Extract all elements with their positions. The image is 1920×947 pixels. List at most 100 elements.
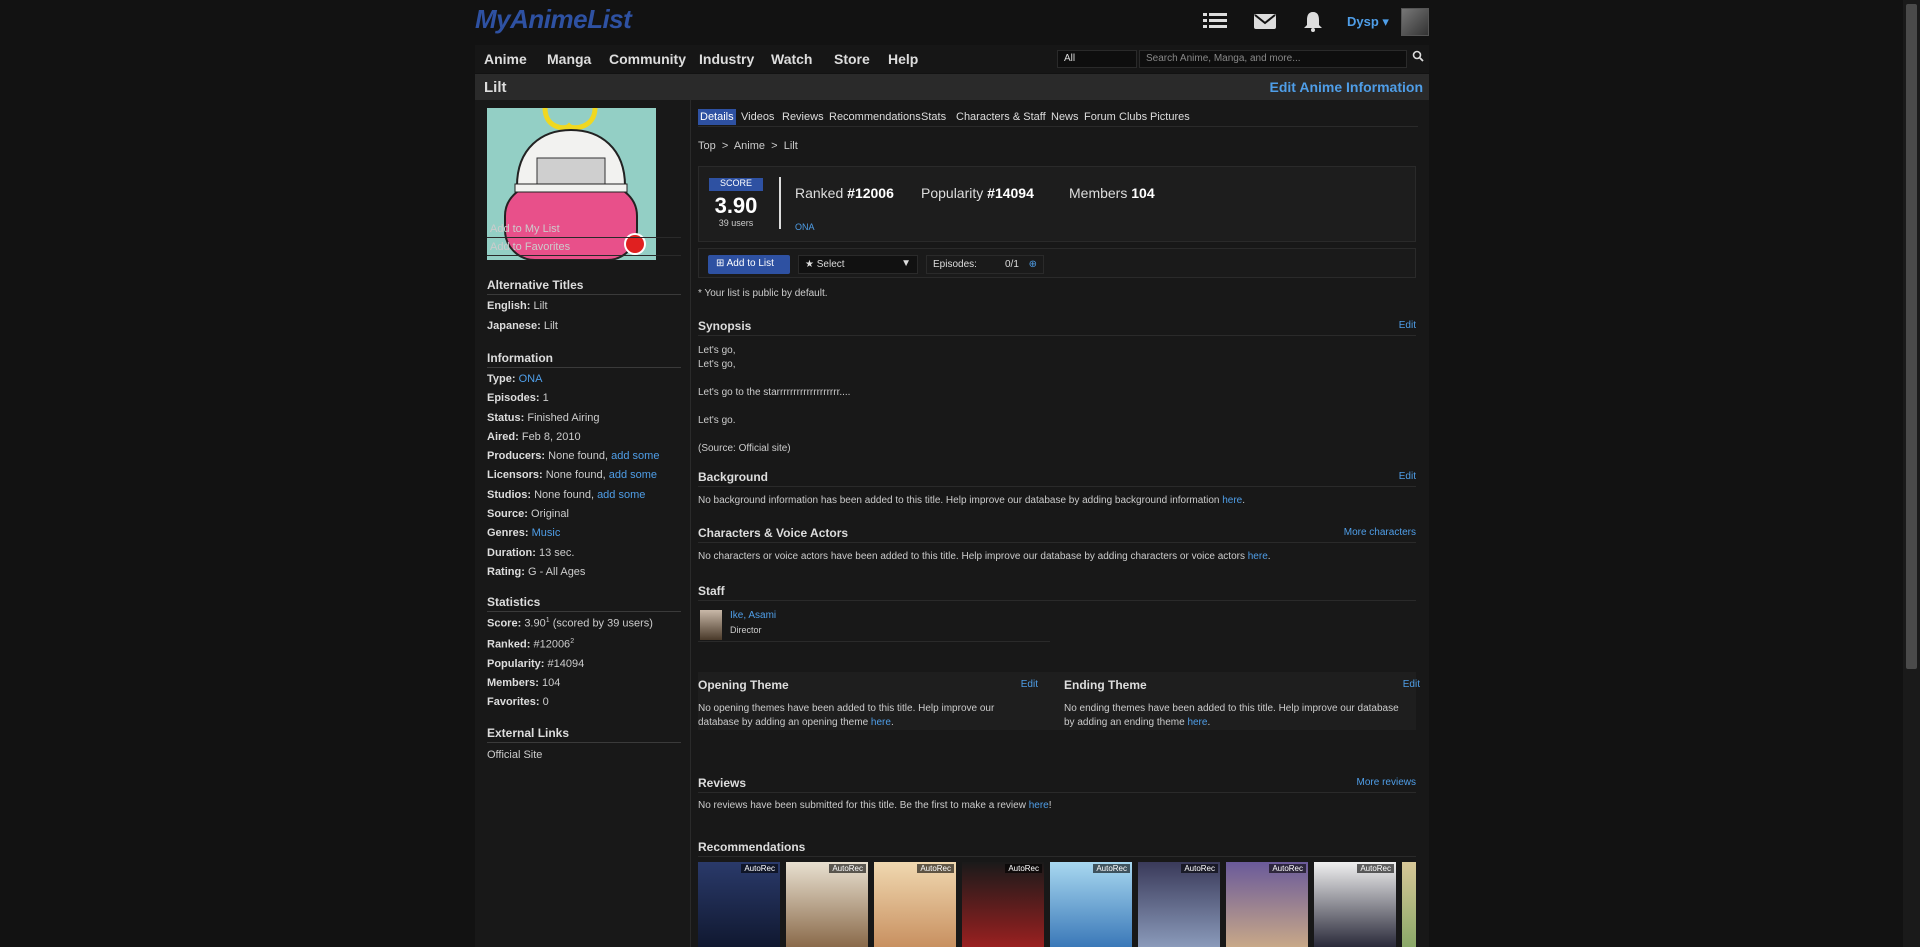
scrollbar-thumb[interactable]: [1906, 4, 1917, 669]
episodes-input[interactable]: Episodes: 0/1 ⊕: [926, 255, 1044, 274]
tab-clubs[interactable]: Clubs: [1117, 109, 1149, 125]
score-divider: [779, 177, 781, 229]
opening-edit-link[interactable]: Edit: [1021, 679, 1038, 690]
menu-store[interactable]: Store: [834, 51, 870, 67]
stat-members: Members: 104: [487, 677, 561, 689]
info-type: Type: ONA: [487, 373, 543, 385]
info-status: Status: Finished Airing: [487, 412, 600, 424]
official-site-link[interactable]: Official Site: [487, 749, 681, 761]
menu-industry[interactable]: Industry: [699, 51, 754, 67]
list-public-note: * Your list is public by default.: [698, 288, 828, 299]
menu-community[interactable]: Community: [609, 51, 686, 67]
mail-icon[interactable]: [1253, 10, 1279, 34]
search-input[interactable]: Search Anime, Manga, and more...: [1139, 50, 1407, 68]
ending-edit-link[interactable]: Edit: [1403, 679, 1420, 690]
rec-item[interactable]: AutoRec: [874, 862, 956, 947]
bell-icon[interactable]: [1301, 10, 1327, 34]
add-to-list-button[interactable]: ⊞ Add to List: [708, 255, 790, 274]
title-bar: Lilt Edit Anime Information: [475, 74, 1429, 100]
opening-theme-text: No opening themes have been added to thi…: [698, 703, 995, 728]
rec-item[interactable]: AutoRec: [698, 862, 780, 947]
score-label: SCORE: [709, 178, 763, 191]
tab-reviews[interactable]: Reviews: [780, 109, 826, 125]
username: Dysp: [1347, 14, 1379, 29]
popularity-stat: Popularity #14094: [921, 185, 1034, 201]
tab-stats[interactable]: Stats: [919, 109, 948, 125]
plus-circle-icon[interactable]: ⊕: [1029, 259, 1037, 270]
tab-pictures[interactable]: Pictures: [1148, 109, 1192, 125]
page-scrollbar[interactable]: [1903, 0, 1920, 947]
breadcrumb-top[interactable]: Top: [698, 140, 716, 152]
list-icon[interactable]: [1203, 10, 1229, 34]
tab-characters-staff[interactable]: Characters & Staff: [954, 109, 1048, 125]
info-licensors: Licensors: None found, add some: [487, 469, 658, 481]
staff-entry[interactable]: Ike, Asami Director: [698, 608, 1050, 642]
background-here-link[interactable]: here: [1222, 495, 1242, 506]
site-header: MyAnimeList Dysp ▾: [475, 0, 1429, 44]
rec-item[interactable]: [1402, 862, 1416, 947]
ending-theme-text: No ending themes have been added to this…: [1064, 703, 1399, 728]
info-duration: Duration: 13 sec.: [487, 547, 575, 559]
background-edit-link[interactable]: Edit: [1399, 471, 1416, 482]
menu-help[interactable]: Help: [888, 51, 918, 67]
themes-section: Opening Theme Edit No opening themes hav…: [698, 672, 1420, 730]
menu-manga[interactable]: Manga: [547, 51, 591, 67]
add-studios-link[interactable]: add some: [597, 489, 645, 501]
star-icon: ★: [805, 259, 814, 270]
user-menu[interactable]: Dysp ▾: [1347, 14, 1389, 30]
info-studios: Studios: None found, add some: [487, 489, 646, 501]
score-users: 39 users: [718, 218, 754, 228]
synopsis-edit-link[interactable]: Edit: [1399, 320, 1416, 331]
breadcrumb-anime[interactable]: Anime: [734, 140, 765, 152]
search-icon[interactable]: [1409, 50, 1427, 68]
status-select[interactable]: ★ Select ▼: [798, 255, 918, 274]
reviews-here-link[interactable]: here: [1029, 800, 1049, 811]
score-value: 3.90: [714, 193, 758, 218]
alt-titles-heading: Alternative Titles: [487, 278, 681, 295]
recommendations-heading: Recommendations: [698, 840, 1416, 857]
avatar[interactable]: [1401, 8, 1429, 36]
rec-item[interactable]: AutoRec: [962, 862, 1044, 947]
rec-item[interactable]: AutoRec: [1050, 862, 1132, 947]
edit-anime-info-link[interactable]: Edit Anime Information: [1270, 79, 1423, 95]
rec-item[interactable]: AutoRec: [1314, 862, 1396, 947]
staff-name-link[interactable]: Ike, Asami: [730, 610, 776, 621]
tab-recommendations[interactable]: Recommendations: [827, 109, 923, 125]
synopsis-heading: Synopsis Edit: [698, 319, 1416, 336]
rec-item[interactable]: AutoRec: [1138, 862, 1220, 947]
more-reviews-link[interactable]: More reviews: [1357, 777, 1416, 788]
tab-news[interactable]: News: [1049, 109, 1081, 125]
add-producers-link[interactable]: add some: [611, 450, 659, 462]
type-tag-link[interactable]: ONA: [795, 222, 815, 232]
site-logo[interactable]: MyAnimeList: [475, 4, 632, 35]
ending-theme-heading: Ending Theme: [1064, 678, 1147, 692]
rec-item[interactable]: AutoRec: [786, 862, 868, 947]
chevron-down-icon: ▾: [1382, 14, 1389, 29]
rec-item[interactable]: AutoRec: [1226, 862, 1308, 947]
menu-anime[interactable]: Anime: [484, 51, 527, 67]
staff-photo[interactable]: [700, 610, 722, 640]
content-area: Add to My List Add to Favorites Alternat…: [475, 100, 1429, 947]
plus-square-icon: ⊞: [716, 258, 725, 269]
tab-videos[interactable]: Videos: [739, 109, 776, 125]
page-title: Lilt: [484, 79, 507, 96]
external-links-heading: External Links: [487, 726, 681, 743]
type-link[interactable]: ONA: [519, 373, 543, 385]
genre-link[interactable]: Music: [532, 527, 561, 539]
ending-theme: Ending Theme Edit No ending themes have …: [1064, 672, 1420, 730]
add-licensors-link[interactable]: add some: [609, 469, 657, 481]
opening-here-link[interactable]: here: [871, 717, 891, 728]
more-characters-link[interactable]: More characters: [1344, 527, 1416, 538]
tab-forum[interactable]: Forum: [1082, 109, 1118, 125]
menu-watch[interactable]: Watch: [771, 51, 812, 67]
add-to-my-list-link[interactable]: Add to My List: [487, 221, 681, 238]
staff-role: Director: [730, 625, 762, 635]
tab-details[interactable]: Details: [698, 109, 736, 125]
add-to-favorites-link[interactable]: Add to Favorites: [487, 239, 681, 256]
score-box: SCORE 3.90 39 users Ranked #12006 Popula…: [698, 166, 1416, 242]
characters-here-link[interactable]: here: [1248, 551, 1268, 562]
search-category-select[interactable]: All: [1057, 50, 1137, 68]
japanese-title: Japanese: Lilt: [487, 320, 558, 332]
breadcrumb-current[interactable]: Lilt: [784, 140, 798, 152]
ending-here-link[interactable]: here: [1187, 717, 1207, 728]
